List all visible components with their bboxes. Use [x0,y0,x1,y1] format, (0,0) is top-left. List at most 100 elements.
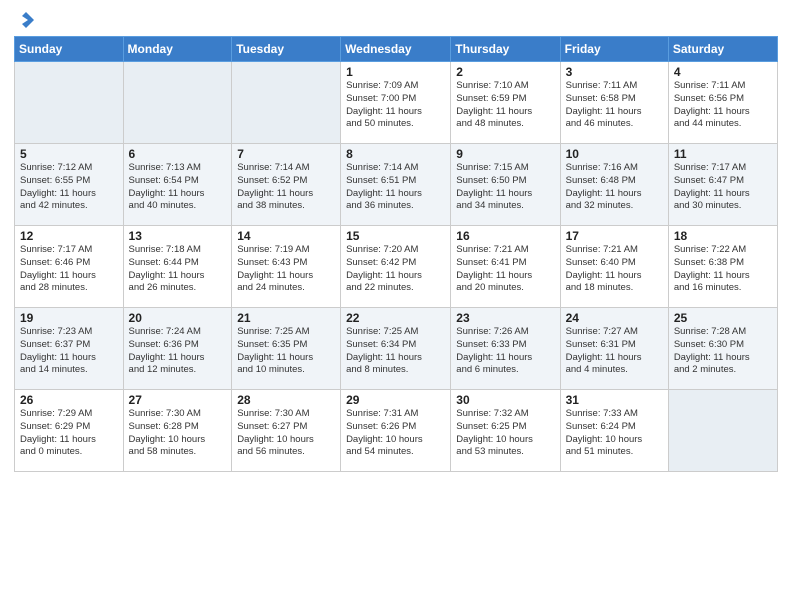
day-number: 19 [20,311,118,325]
day-info: Sunrise: 7:14 AM Sunset: 6:52 PM Dayligh… [237,162,335,213]
day-number: 14 [237,229,335,243]
weekday-header-tuesday: Tuesday [232,37,341,62]
day-info: Sunrise: 7:22 AM Sunset: 6:38 PM Dayligh… [674,244,772,295]
weekday-header-monday: Monday [123,37,232,62]
calendar-cell: 13Sunrise: 7:18 AM Sunset: 6:44 PM Dayli… [123,226,232,308]
day-info: Sunrise: 7:21 AM Sunset: 6:41 PM Dayligh… [456,244,554,295]
calendar-cell: 29Sunrise: 7:31 AM Sunset: 6:26 PM Dayli… [341,390,451,472]
day-info: Sunrise: 7:16 AM Sunset: 6:48 PM Dayligh… [566,162,663,213]
day-info: Sunrise: 7:25 AM Sunset: 6:34 PM Dayligh… [346,326,445,377]
day-info: Sunrise: 7:25 AM Sunset: 6:35 PM Dayligh… [237,326,335,377]
calendar-cell: 22Sunrise: 7:25 AM Sunset: 6:34 PM Dayli… [341,308,451,390]
day-number: 23 [456,311,554,325]
day-number: 11 [674,147,772,161]
day-number: 2 [456,65,554,79]
day-number: 31 [566,393,663,407]
weekday-header-sunday: Sunday [15,37,124,62]
calendar-cell: 19Sunrise: 7:23 AM Sunset: 6:37 PM Dayli… [15,308,124,390]
day-info: Sunrise: 7:09 AM Sunset: 7:00 PM Dayligh… [346,80,445,131]
day-number: 1 [346,65,445,79]
weekday-header-wednesday: Wednesday [341,37,451,62]
day-number: 10 [566,147,663,161]
calendar-cell: 20Sunrise: 7:24 AM Sunset: 6:36 PM Dayli… [123,308,232,390]
day-info: Sunrise: 7:30 AM Sunset: 6:28 PM Dayligh… [129,408,227,459]
calendar-cell: 18Sunrise: 7:22 AM Sunset: 6:38 PM Dayli… [668,226,777,308]
week-row-3: 19Sunrise: 7:23 AM Sunset: 6:37 PM Dayli… [15,308,778,390]
calendar-cell: 21Sunrise: 7:25 AM Sunset: 6:35 PM Dayli… [232,308,341,390]
calendar-cell: 1Sunrise: 7:09 AM Sunset: 7:00 PM Daylig… [341,62,451,144]
calendar-cell: 2Sunrise: 7:10 AM Sunset: 6:59 PM Daylig… [451,62,560,144]
calendar-cell [232,62,341,144]
calendar-cell: 12Sunrise: 7:17 AM Sunset: 6:46 PM Dayli… [15,226,124,308]
day-number: 3 [566,65,663,79]
day-info: Sunrise: 7:17 AM Sunset: 6:46 PM Dayligh… [20,244,118,295]
day-number: 12 [20,229,118,243]
day-number: 30 [456,393,554,407]
weekday-header-thursday: Thursday [451,37,560,62]
day-number: 27 [129,393,227,407]
calendar-cell: 10Sunrise: 7:16 AM Sunset: 6:48 PM Dayli… [560,144,668,226]
day-info: Sunrise: 7:11 AM Sunset: 6:58 PM Dayligh… [566,80,663,131]
day-number: 29 [346,393,445,407]
day-number: 15 [346,229,445,243]
day-info: Sunrise: 7:28 AM Sunset: 6:30 PM Dayligh… [674,326,772,377]
day-number: 18 [674,229,772,243]
calendar-cell: 28Sunrise: 7:30 AM Sunset: 6:27 PM Dayli… [232,390,341,472]
calendar-cell: 6Sunrise: 7:13 AM Sunset: 6:54 PM Daylig… [123,144,232,226]
day-info: Sunrise: 7:19 AM Sunset: 6:43 PM Dayligh… [237,244,335,295]
day-info: Sunrise: 7:31 AM Sunset: 6:26 PM Dayligh… [346,408,445,459]
week-row-0: 1Sunrise: 7:09 AM Sunset: 7:00 PM Daylig… [15,62,778,144]
calendar-cell: 27Sunrise: 7:30 AM Sunset: 6:28 PM Dayli… [123,390,232,472]
day-number: 22 [346,311,445,325]
calendar-cell: 23Sunrise: 7:26 AM Sunset: 6:33 PM Dayli… [451,308,560,390]
calendar-table: SundayMondayTuesdayWednesdayThursdayFrid… [14,36,778,472]
day-number: 28 [237,393,335,407]
day-number: 21 [237,311,335,325]
day-number: 13 [129,229,227,243]
header [14,10,778,30]
day-number: 5 [20,147,118,161]
day-info: Sunrise: 7:29 AM Sunset: 6:29 PM Dayligh… [20,408,118,459]
calendar-cell: 14Sunrise: 7:19 AM Sunset: 6:43 PM Dayli… [232,226,341,308]
calendar-cell: 30Sunrise: 7:32 AM Sunset: 6:25 PM Dayli… [451,390,560,472]
day-info: Sunrise: 7:18 AM Sunset: 6:44 PM Dayligh… [129,244,227,295]
day-number: 25 [674,311,772,325]
calendar-cell [123,62,232,144]
day-number: 8 [346,147,445,161]
week-row-1: 5Sunrise: 7:12 AM Sunset: 6:55 PM Daylig… [15,144,778,226]
calendar-cell: 7Sunrise: 7:14 AM Sunset: 6:52 PM Daylig… [232,144,341,226]
day-number: 7 [237,147,335,161]
calendar-cell: 15Sunrise: 7:20 AM Sunset: 6:42 PM Dayli… [341,226,451,308]
calendar-cell: 26Sunrise: 7:29 AM Sunset: 6:29 PM Dayli… [15,390,124,472]
week-row-2: 12Sunrise: 7:17 AM Sunset: 6:46 PM Dayli… [15,226,778,308]
calendar-cell: 8Sunrise: 7:14 AM Sunset: 6:51 PM Daylig… [341,144,451,226]
calendar-cell: 16Sunrise: 7:21 AM Sunset: 6:41 PM Dayli… [451,226,560,308]
day-info: Sunrise: 7:10 AM Sunset: 6:59 PM Dayligh… [456,80,554,131]
day-number: 24 [566,311,663,325]
calendar-cell: 31Sunrise: 7:33 AM Sunset: 6:24 PM Dayli… [560,390,668,472]
day-number: 4 [674,65,772,79]
day-info: Sunrise: 7:33 AM Sunset: 6:24 PM Dayligh… [566,408,663,459]
day-info: Sunrise: 7:30 AM Sunset: 6:27 PM Dayligh… [237,408,335,459]
day-info: Sunrise: 7:20 AM Sunset: 6:42 PM Dayligh… [346,244,445,295]
calendar-cell [15,62,124,144]
calendar-cell: 5Sunrise: 7:12 AM Sunset: 6:55 PM Daylig… [15,144,124,226]
weekday-header-row: SundayMondayTuesdayWednesdayThursdayFrid… [15,37,778,62]
calendar-cell: 4Sunrise: 7:11 AM Sunset: 6:56 PM Daylig… [668,62,777,144]
day-info: Sunrise: 7:11 AM Sunset: 6:56 PM Dayligh… [674,80,772,131]
day-number: 17 [566,229,663,243]
calendar-cell: 24Sunrise: 7:27 AM Sunset: 6:31 PM Dayli… [560,308,668,390]
day-number: 16 [456,229,554,243]
day-info: Sunrise: 7:23 AM Sunset: 6:37 PM Dayligh… [20,326,118,377]
day-info: Sunrise: 7:12 AM Sunset: 6:55 PM Dayligh… [20,162,118,213]
calendar-cell: 9Sunrise: 7:15 AM Sunset: 6:50 PM Daylig… [451,144,560,226]
day-info: Sunrise: 7:24 AM Sunset: 6:36 PM Dayligh… [129,326,227,377]
weekday-header-saturday: Saturday [668,37,777,62]
calendar-cell [668,390,777,472]
calendar-cell: 17Sunrise: 7:21 AM Sunset: 6:40 PM Dayli… [560,226,668,308]
day-info: Sunrise: 7:26 AM Sunset: 6:33 PM Dayligh… [456,326,554,377]
day-info: Sunrise: 7:32 AM Sunset: 6:25 PM Dayligh… [456,408,554,459]
page: SundayMondayTuesdayWednesdayThursdayFrid… [0,0,792,612]
weekday-header-friday: Friday [560,37,668,62]
calendar-cell: 25Sunrise: 7:28 AM Sunset: 6:30 PM Dayli… [668,308,777,390]
